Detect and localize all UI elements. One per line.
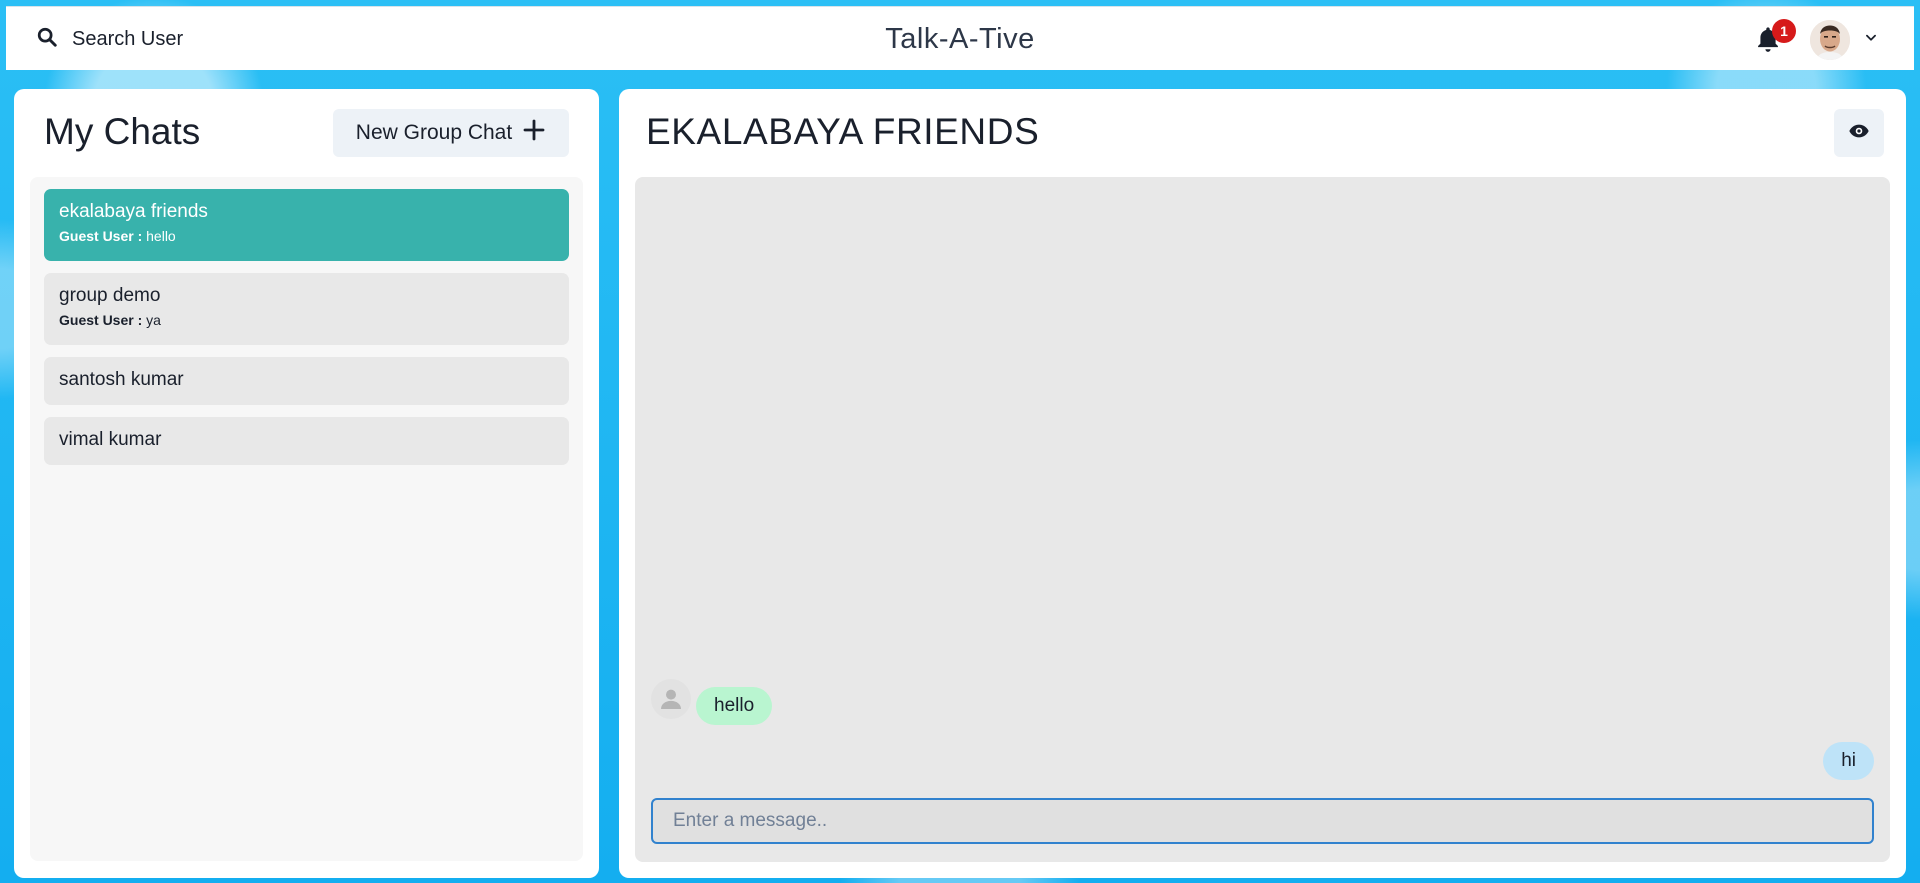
sender-avatar[interactable] <box>651 679 691 719</box>
notification-badge: 1 <box>1772 19 1796 43</box>
chat-item-vimal-kumar[interactable]: vimal kumar <box>44 417 569 465</box>
my-chats-title: My Chats <box>44 111 201 152</box>
chat-latest-text: hello <box>146 228 176 244</box>
chat-window: EKALABAYA FRIENDS hello hi <box>619 89 1906 878</box>
eye-icon <box>1848 120 1870 147</box>
chat-latest-message: Guest User : ya <box>59 312 554 328</box>
chat-name: santosh kumar <box>59 369 184 390</box>
top-navbar: Search User Talk-A-Tive 1 <box>6 6 1914 70</box>
user-icon <box>661 689 681 709</box>
messages-area: hello hi <box>635 177 1890 862</box>
chat-name: ekalabaya friends <box>59 201 208 222</box>
plus-icon <box>522 118 546 148</box>
message-input[interactable] <box>651 798 1874 844</box>
chat-name: group demo <box>59 285 161 306</box>
chat-list: ekalabaya friends Guest User : hello gro… <box>30 177 583 861</box>
chat-name: vimal kumar <box>59 429 162 450</box>
bell-icon <box>1754 27 1782 57</box>
chevron-down-icon <box>1864 31 1878 50</box>
message-bubble-sent: hi <box>1823 742 1874 780</box>
chat-latest-text: ya <box>146 312 161 328</box>
profile-menu-button[interactable] <box>1810 18 1878 62</box>
chat-title: EKALABAYA FRIENDS <box>646 111 1040 152</box>
message-bubble-received: hello <box>696 687 773 725</box>
user-avatar <box>1810 20 1850 60</box>
my-chats-panel: My Chats New Group Chat ekalabaya friend… <box>14 89 599 878</box>
new-group-chat-label: New Group Chat <box>355 121 513 144</box>
chat-latest-sender: Guest User : <box>59 312 143 328</box>
view-group-info-button[interactable] <box>1834 109 1884 157</box>
notifications-button[interactable]: 1 <box>1754 19 1796 57</box>
new-group-chat-button[interactable]: New Group Chat <box>333 109 569 157</box>
chat-item-group-demo[interactable]: group demo Guest User : ya <box>44 273 569 345</box>
chat-latest-sender: Guest User : <box>59 228 143 244</box>
app-title: Talk-A-Tive <box>885 23 1035 55</box>
chat-latest-message: Guest User : hello <box>59 228 554 244</box>
chat-item-santosh-kumar[interactable]: santosh kumar <box>44 357 569 405</box>
chat-item-ekalabaya-friends[interactable]: ekalabaya friends Guest User : hello <box>44 189 569 261</box>
